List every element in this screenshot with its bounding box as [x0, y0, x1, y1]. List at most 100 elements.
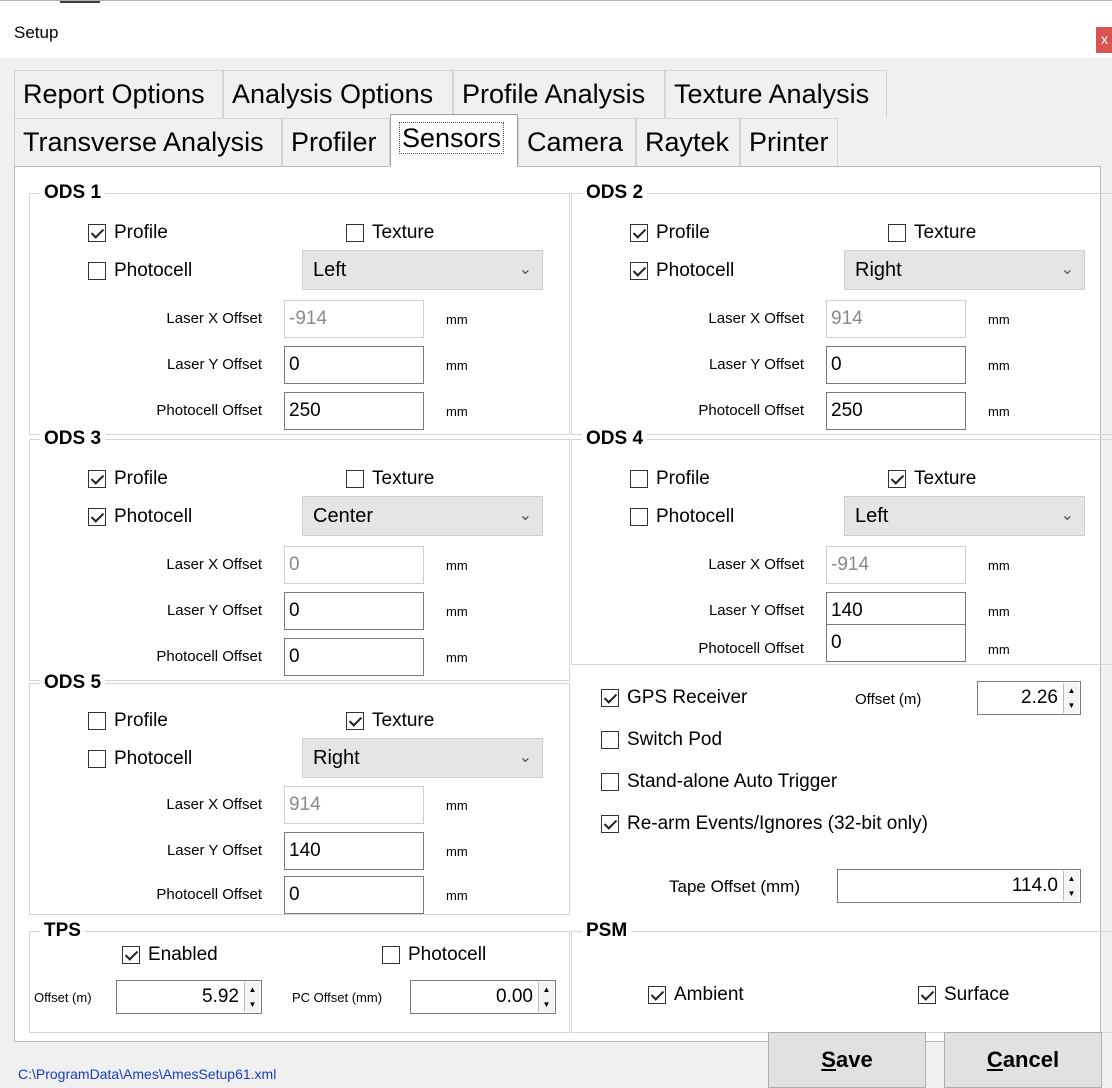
- tab-profile-analysis[interactable]: Profile Analysis: [453, 70, 665, 118]
- position-select[interactable]: Center ⌄: [302, 496, 543, 536]
- psm-ambient-checkbox[interactable]: Ambient: [648, 984, 744, 1006]
- unit-label: mm: [446, 888, 468, 903]
- rearm-events-checkbox[interactable]: Re-arm Events/Ignores (32-bit only): [601, 813, 928, 835]
- laser-x-field[interactable]: 914: [826, 300, 966, 338]
- photocell-checkbox[interactable]: Photocell: [630, 260, 734, 282]
- psm-surface-checkbox[interactable]: Surface: [918, 984, 1009, 1006]
- tab-camera[interactable]: Camera: [518, 118, 636, 166]
- checkbox-icon: [630, 470, 648, 488]
- laser-x-label: Laser X Offset: [166, 556, 262, 573]
- laser-y-field[interactable]: 140: [284, 832, 424, 870]
- tab-label: Analysis Options: [232, 79, 434, 109]
- checkbox-label: Ambient: [674, 984, 744, 1005]
- tab-analysis-options[interactable]: Analysis Options: [223, 70, 453, 118]
- tps-group: TPS Enabled Photocell Offset (m) 5.92 ▲ ▼ …: [29, 920, 570, 1033]
- photocell-offset-label: Photocell Offset: [698, 640, 804, 657]
- tps-offset-spinner[interactable]: 5.92 ▲ ▼: [116, 980, 262, 1014]
- checkbox-label: Photocell: [114, 748, 193, 769]
- laser-y-label: Laser Y Offset: [166, 602, 262, 619]
- checkbox-icon: [601, 815, 619, 833]
- close-icon[interactable]: x: [1096, 27, 1112, 53]
- laser-x-field[interactable]: -914: [826, 546, 966, 584]
- tab-sensors[interactable]: Sensors: [390, 114, 518, 167]
- laser-y-field[interactable]: 0: [284, 592, 424, 630]
- checkbox-icon: [88, 508, 106, 526]
- laser-y-field[interactable]: 0: [284, 346, 424, 384]
- spinner-arrows-icon[interactable]: ▲ ▼: [244, 982, 260, 1012]
- checkbox-icon: [918, 986, 936, 1004]
- checkbox-label: Switch Pod: [627, 729, 723, 750]
- texture-checkbox[interactable]: Texture: [888, 468, 976, 490]
- checkbox-icon: [888, 470, 906, 488]
- photocell-checkbox[interactable]: Photocell: [630, 506, 734, 528]
- photocell-checkbox[interactable]: Photocell: [88, 260, 192, 282]
- auto-trigger-checkbox[interactable]: Stand-alone Auto Trigger: [601, 771, 837, 793]
- tps-pc-offset-spinner[interactable]: 0.00 ▲ ▼: [410, 980, 556, 1014]
- save-button[interactable]: Save: [768, 1032, 926, 1088]
- tps-enabled-checkbox[interactable]: Enabled: [122, 944, 218, 966]
- photocell-offset-field[interactable]: 250: [826, 392, 966, 430]
- tape-offset-spinner[interactable]: 114.0 ▲ ▼: [837, 869, 1081, 903]
- cancel-button[interactable]: Cancel: [944, 1032, 1102, 1088]
- checkbox-icon: [648, 986, 666, 1004]
- photocell-offset-field[interactable]: 0: [284, 638, 424, 676]
- position-select[interactable]: Right ⌄: [844, 250, 1085, 290]
- unit-label: mm: [988, 558, 1010, 573]
- save-mnemonic: S: [821, 1047, 836, 1072]
- photocell-offset-label: Photocell Offset: [156, 886, 262, 903]
- photocell-checkbox[interactable]: Photocell: [88, 748, 192, 770]
- tab-label: Texture Analysis: [674, 79, 870, 109]
- unit-label: mm: [446, 798, 468, 813]
- photocell-offset-field[interactable]: 0: [826, 624, 966, 662]
- spinner-arrows-icon[interactable]: ▲ ▼: [538, 982, 554, 1012]
- tab-report-options[interactable]: Report Options: [14, 70, 223, 118]
- texture-checkbox[interactable]: Texture: [346, 710, 434, 732]
- profile-checkbox[interactable]: Profile: [630, 468, 710, 490]
- checkbox-label: Re-arm Events/Ignores (32-bit only): [627, 813, 928, 834]
- psm-group: PSM Ambient Surface: [571, 920, 1112, 1033]
- laser-x-field[interactable]: 914: [284, 786, 424, 824]
- switch-pod-checkbox[interactable]: Switch Pod: [601, 729, 722, 751]
- tab-texture-analysis[interactable]: Texture Analysis: [665, 70, 887, 118]
- checkbox-icon: [601, 689, 619, 707]
- spinner-arrows-icon[interactable]: ▲ ▼: [1063, 871, 1079, 901]
- tab-label: Profiler: [291, 127, 377, 157]
- unit-label: mm: [988, 312, 1010, 327]
- profile-checkbox[interactable]: Profile: [630, 222, 710, 244]
- texture-checkbox[interactable]: Texture: [346, 468, 434, 490]
- select-value: Left: [313, 259, 347, 281]
- checkbox-icon: [630, 224, 648, 242]
- unit-label: mm: [446, 604, 468, 619]
- unit-label: mm: [446, 558, 468, 573]
- photocell-offset-field[interactable]: 250: [284, 392, 424, 430]
- profile-checkbox[interactable]: Profile: [88, 710, 168, 732]
- profile-checkbox[interactable]: Profile: [88, 468, 168, 490]
- ods-title: ODS 4: [582, 428, 648, 450]
- spinner-arrows-icon[interactable]: ▲ ▼: [1063, 683, 1079, 713]
- laser-y-field[interactable]: 0: [826, 346, 966, 384]
- photocell-checkbox[interactable]: Photocell: [88, 506, 192, 528]
- laser-x-field[interactable]: 0: [284, 546, 424, 584]
- checkbox-icon: [630, 508, 648, 526]
- laser-x-label: Laser X Offset: [708, 556, 804, 573]
- laser-x-field[interactable]: -914: [284, 300, 424, 338]
- checkbox-label: Profile: [114, 468, 168, 489]
- window-title: Setup: [14, 23, 59, 42]
- gps-receiver-checkbox[interactable]: GPS Receiver: [601, 687, 747, 709]
- texture-checkbox[interactable]: Texture: [888, 222, 976, 244]
- position-select[interactable]: Left ⌄: [844, 496, 1085, 536]
- tps-photocell-checkbox[interactable]: Photocell: [382, 944, 486, 966]
- photocell-offset-field[interactable]: 0: [284, 876, 424, 914]
- texture-checkbox[interactable]: Texture: [346, 222, 434, 244]
- tab-profiler[interactable]: Profiler: [282, 118, 390, 166]
- unit-label: mm: [988, 642, 1010, 657]
- position-select[interactable]: Right ⌄: [302, 738, 543, 778]
- tab-transverse-analysis[interactable]: Transverse Analysis: [14, 118, 282, 166]
- checkbox-icon: [122, 946, 140, 964]
- tab-raytek[interactable]: Raytek: [636, 118, 740, 166]
- position-select[interactable]: Left ⌄: [302, 250, 543, 290]
- tab-printer[interactable]: Printer: [740, 118, 838, 166]
- gps-offset-spinner[interactable]: 2.26 ▲ ▼: [977, 681, 1081, 715]
- laser-y-label: Laser Y Offset: [166, 842, 262, 859]
- profile-checkbox[interactable]: Profile: [88, 222, 168, 244]
